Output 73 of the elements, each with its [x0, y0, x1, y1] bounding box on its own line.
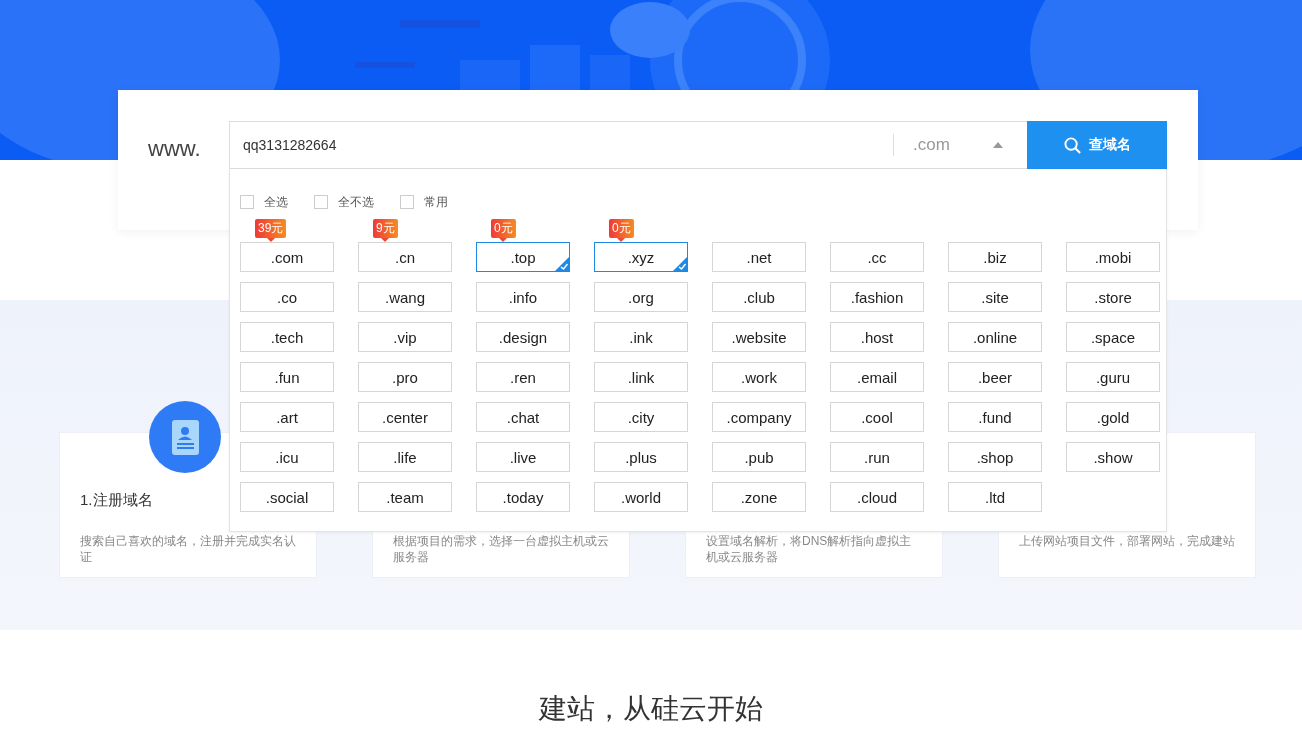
select-option[interactable]: 常用: [400, 194, 448, 210]
suffix-tag[interactable]: .fun: [240, 362, 334, 392]
www-prefix: www.: [148, 135, 202, 163]
suffix-tag[interactable]: .space: [1066, 322, 1160, 352]
suffix-tag[interactable]: .store: [1066, 282, 1160, 312]
suffix-tag[interactable]: .website: [712, 322, 806, 352]
suffix-tag[interactable]: .ren: [476, 362, 570, 392]
suffix-tag[interactable]: .life: [358, 442, 452, 472]
suffix-tag[interactable]: .gold: [1066, 402, 1160, 432]
suffix-tag[interactable]: .ltd: [948, 482, 1042, 512]
suffix-tag[interactable]: .club: [712, 282, 806, 312]
section-heading: 建站，从硅云开始: [539, 692, 763, 726]
suffix-tag[interactable]: .org: [594, 282, 688, 312]
check-corner-icon: [555, 257, 569, 271]
suffix-tag[interactable]: .ink: [594, 322, 688, 352]
checkbox[interactable]: [400, 195, 414, 209]
suffix-tag[interactable]: .host: [830, 322, 924, 352]
suffix-tag[interactable]: .world: [594, 482, 688, 512]
suffix-tag[interactable]: .design: [476, 322, 570, 352]
suffix-tag[interactable]: .co: [240, 282, 334, 312]
suffix-tag[interactable]: .today: [476, 482, 570, 512]
suffix-tag[interactable]: .tech: [240, 322, 334, 352]
suffix-tag[interactable]: .pub: [712, 442, 806, 472]
suffix-tag[interactable]: .cc: [830, 242, 924, 272]
suffix-tag[interactable]: .fashion: [830, 282, 924, 312]
suffix-tag[interactable]: .net: [712, 242, 806, 272]
suffix-tag[interactable]: .company: [712, 402, 806, 432]
suffix-tag[interactable]: .work: [712, 362, 806, 392]
suffix-tag[interactable]: .chat: [476, 402, 570, 432]
suffix-tag[interactable]: .team: [358, 482, 452, 512]
suffix-tag[interactable]: .zone: [712, 482, 806, 512]
suffix-tag[interactable]: .info: [476, 282, 570, 312]
suffix-tag[interactable]: .online: [948, 322, 1042, 352]
suffix-tag[interactable]: .center: [358, 402, 452, 432]
suffix-tag[interactable]: .shop: [948, 442, 1042, 472]
suffix-tag[interactable]: .site: [948, 282, 1042, 312]
suffix-tag[interactable]: .beer: [948, 362, 1042, 392]
checkbox[interactable]: [314, 195, 328, 209]
select-option[interactable]: 全选: [240, 194, 288, 210]
suffix-tag[interactable]: .vip: [358, 322, 452, 352]
suffix-tag[interactable]: .email: [830, 362, 924, 392]
checkbox[interactable]: [240, 195, 254, 209]
id-card-icon: [149, 401, 221, 473]
step-description: 搜索自己喜欢的域名，注册并完成实名认证: [80, 533, 296, 565]
suffix-tag[interactable]: .run: [830, 442, 924, 472]
suffix-tag[interactable]: .xyz: [594, 242, 688, 272]
suffix-tag[interactable]: .social: [240, 482, 334, 512]
step-description: 设置域名解析，将DNS解析指向虚拟主机或云服务器: [706, 533, 913, 565]
step-description: 根据项目的需求，选择一台虚拟主机或云服务器: [393, 533, 609, 565]
suffix-tag[interactable]: .cool: [830, 402, 924, 432]
suffix-tag[interactable]: .biz: [948, 242, 1042, 272]
search-icon: [1063, 136, 1081, 154]
suffix-tag[interactable]: .art: [240, 402, 334, 432]
suffix-tag[interactable]: .icu: [240, 442, 334, 472]
suffix-tag[interactable]: .top: [476, 242, 570, 272]
suffix-tag[interactable]: .cloud: [830, 482, 924, 512]
suffix-tag[interactable]: .fund: [948, 402, 1042, 432]
step-description: 上传网站项目文件，部署网站，完成建站: [1019, 533, 1235, 549]
suffix-tag[interactable]: .plus: [594, 442, 688, 472]
suffix-tag[interactable]: .guru: [1066, 362, 1160, 392]
suffix-tag[interactable]: .cn: [358, 242, 452, 272]
suffix-tag[interactable]: .show: [1066, 442, 1160, 472]
suffix-tag[interactable]: .live: [476, 442, 570, 472]
suffix-tag[interactable]: .com: [240, 242, 334, 272]
suffix-tag[interactable]: .mobi: [1066, 242, 1160, 272]
suffix-tag[interactable]: .wang: [358, 282, 452, 312]
select-option[interactable]: 全不选: [314, 194, 374, 210]
step-title: 1.注册域名: [80, 491, 153, 508]
suffix-tag[interactable]: .pro: [358, 362, 452, 392]
domain-search-field[interactable]: qq3131282664 .com: [229, 121, 1027, 169]
suffix-tag[interactable]: .link: [594, 362, 688, 392]
suffix-tag[interactable]: .city: [594, 402, 688, 432]
check-corner-icon: [673, 257, 687, 271]
